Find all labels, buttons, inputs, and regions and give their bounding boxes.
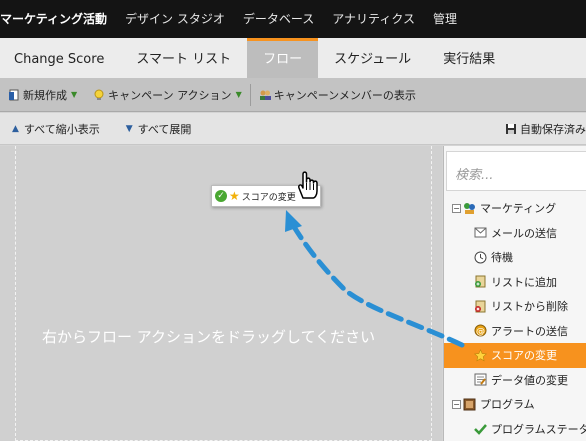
clock-icon [474, 251, 487, 264]
list-add-icon [474, 275, 487, 288]
tree-item-send-email[interactable]: メールの送信 [444, 221, 586, 246]
expand-down-icon: ▼ [125, 123, 133, 134]
autosave-label: 自動保存済み [520, 123, 586, 136]
star-icon [473, 348, 488, 362]
svg-text:@: @ [476, 327, 485, 337]
tree-item-remove-from-list[interactable]: リストから削除 [444, 294, 586, 319]
flow-subbar: ▲ すべて縮小表示 ▼ すべて展開 自動保存済み [0, 113, 586, 145]
program-status-icon [474, 422, 487, 436]
campaign-action-button[interactable]: キャンペーン アクション ▼ [85, 87, 250, 103]
tree-item-label: データ値の変更 [491, 373, 568, 387]
tree-item-label: リストに追加 [491, 275, 557, 289]
view-members-label: キャンペーンメンバーの表示 [273, 88, 416, 102]
tab-results[interactable]: 実行結果 [427, 38, 511, 78]
flow-action-palette: 検索... − マーケティング メールの送信 待機 リストに追加 リストから削除… [443, 146, 586, 441]
flow-action-tree: − マーケティング メールの送信 待機 リストに追加 リストから削除 @ アラー… [444, 196, 586, 441]
collapse-all-button[interactable]: ▲ すべて縮小表示 [0, 121, 100, 137]
nav-database[interactable]: データベース [234, 0, 323, 38]
tree-item-label: リストから削除 [491, 300, 568, 314]
data-edit-icon [474, 373, 487, 386]
tab-schedule[interactable]: スケジュール [318, 38, 427, 78]
marketing-folder-icon [463, 202, 476, 215]
tab-change-score[interactable]: Change Score [0, 38, 120, 78]
palette-search-box[interactable]: 検索... [446, 151, 586, 191]
email-icon [474, 226, 487, 239]
drop-hint-text: 右からフロー アクションをドラッグしてください [42, 328, 376, 346]
check-icon: ✓ [215, 190, 227, 202]
nav-marketing-activities[interactable]: マーケティング活動 [0, 0, 116, 38]
tree-item-label: スコアの変更 [491, 349, 557, 363]
tree-item-label: プログラムステータス [491, 422, 586, 436]
new-document-icon [8, 89, 20, 101]
tree-group-program[interactable]: − プログラム [444, 392, 586, 417]
lightbulb-icon [93, 89, 105, 101]
nav-analytics[interactable]: アナリティクス [323, 0, 424, 38]
view-members-button[interactable]: キャンペーンメンバーの表示 [251, 87, 424, 103]
list-remove-icon [474, 300, 487, 313]
tree-item-program-status[interactable]: プログラムステータス [444, 417, 586, 441]
tree-item-change-score[interactable]: スコアの変更 [444, 343, 586, 368]
chevron-down-icon: ▼ [235, 90, 242, 99]
members-icon [259, 89, 271, 101]
hand-cursor-icon [298, 171, 318, 199]
campaign-tabs: Change Score スマート リスト フロー スケジュール 実行結果 [0, 38, 586, 78]
tree-item-label: 待機 [491, 251, 513, 265]
tree-item-label: メールの送信 [491, 226, 557, 240]
nav-design-studio[interactable]: デザイン スタジオ [116, 0, 234, 38]
tree-item-add-to-list[interactable]: リストに追加 [444, 270, 586, 295]
new-button[interactable]: 新規作成 ▼ [0, 87, 85, 103]
star-icon: ★ [229, 189, 240, 203]
new-button-label: 新規作成 [23, 88, 67, 102]
tab-flow[interactable]: フロー [247, 38, 319, 78]
tree-group-marketing[interactable]: − マーケティング [444, 196, 586, 221]
tree-item-change-data-value[interactable]: データ値の変更 [444, 368, 586, 393]
tree-group-label: マーケティング [480, 202, 557, 216]
save-disk-icon [505, 123, 517, 135]
collapse-toggle-icon[interactable]: − [452, 203, 461, 213]
alert-icon: @ [474, 324, 487, 337]
expand-all-label: すべて展開 [137, 122, 192, 136]
tab-smart-list[interactable]: スマート リスト [120, 38, 247, 78]
autosave-status: 自動保存済み [505, 113, 586, 145]
program-folder-icon [463, 398, 476, 411]
expand-all-button[interactable]: ▼ すべて展開 [100, 121, 192, 137]
tree-item-label: アラートの送信 [491, 324, 568, 338]
collapse-all-label: すべて縮小表示 [23, 122, 100, 136]
flow-toolbar: 新規作成 ▼ キャンペーン アクション ▼ キャンペーンメンバーの表示 [0, 78, 586, 112]
campaign-action-label: キャンペーン アクション [108, 88, 232, 102]
nav-admin[interactable]: 管理 [424, 0, 466, 38]
chevron-down-icon: ▼ [71, 90, 78, 99]
collapse-up-icon: ▲ [12, 123, 19, 134]
search-placeholder: 検索... [455, 168, 494, 183]
tree-item-send-alert[interactable]: @ アラートの送信 [444, 319, 586, 344]
dragged-flow-step-label: スコアの変更 [241, 192, 296, 203]
tree-item-wait[interactable]: 待機 [444, 245, 586, 270]
tree-group-label: プログラム [480, 398, 535, 412]
flow-canvas[interactable]: 右からフロー アクションをドラッグしてください ✓ ★ スコアの変更 [0, 146, 442, 441]
collapse-toggle-icon[interactable]: − [452, 399, 461, 409]
top-nav: マーケティング活動 デザイン スタジオ データベース アナリティクス 管理 [0, 0, 586, 38]
